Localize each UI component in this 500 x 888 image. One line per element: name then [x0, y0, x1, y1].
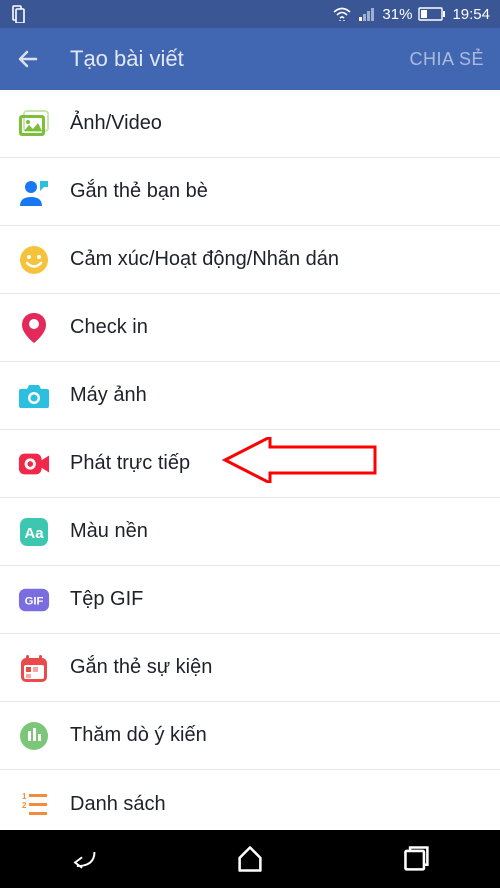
option-photo-video[interactable]: Ảnh/Video [0, 90, 500, 158]
option-label: Check in [70, 316, 148, 339]
wifi-icon [332, 7, 352, 21]
camera-icon [18, 380, 50, 412]
option-live-video[interactable]: Phát trực tiếp [0, 430, 500, 498]
clock: 19:54 [452, 6, 490, 23]
status-right: 31% 19:54 [332, 6, 490, 23]
option-tag-friends[interactable]: Gắn thẻ bạn bè [0, 158, 500, 226]
option-label: Ảnh/Video [70, 112, 162, 135]
option-label: Màu nền [70, 520, 148, 543]
option-background-color[interactable]: Aa Màu nền [0, 498, 500, 566]
list-icon: 1 2 [18, 788, 50, 820]
option-label: Gắn thẻ sự kiện [70, 656, 212, 679]
option-label: Thăm dò ý kiến [70, 724, 207, 747]
tag-friend-icon [18, 176, 50, 208]
option-feeling-activity[interactable]: Cảm xúc/Hoạt động/Nhãn dán [0, 226, 500, 294]
poll-icon [18, 720, 50, 752]
gif-icon: GIF [18, 584, 50, 616]
option-label: Gắn thẻ bạn bè [70, 180, 208, 203]
nav-recent-icon[interactable] [402, 844, 432, 874]
battery-icon [418, 7, 446, 21]
nav-back-icon[interactable] [68, 844, 98, 874]
back-arrow-icon[interactable] [16, 46, 42, 72]
svg-text:2: 2 [22, 801, 27, 810]
status-left [10, 5, 26, 23]
option-label: Phát trực tiếp [70, 452, 190, 475]
svg-text:GIF: GIF [25, 595, 44, 607]
option-label: Cảm xúc/Hoạt động/Nhãn dán [70, 248, 339, 271]
svg-text:Aa: Aa [24, 525, 44, 542]
svg-text:1: 1 [22, 792, 27, 801]
android-navbar [0, 830, 500, 888]
live-icon [18, 448, 50, 480]
event-icon [18, 652, 50, 684]
post-options-list: Ảnh/Video Gắn thẻ bạn bè Cảm xúc/Hoạt độ… [0, 90, 500, 838]
checkin-icon [18, 312, 50, 344]
background-icon: Aa [18, 516, 50, 548]
page-title: Tạo bài viết [70, 46, 381, 72]
status-bar: 31% 19:54 [0, 0, 500, 28]
option-list[interactable]: 1 2 Danh sách [0, 770, 500, 838]
option-label: Tệp GIF [70, 588, 143, 611]
app-header: Tạo bài viết CHIA SẺ [0, 28, 500, 90]
screen-icon [10, 5, 26, 23]
nav-home-icon[interactable] [235, 844, 265, 874]
option-camera[interactable]: Máy ảnh [0, 362, 500, 430]
option-gif[interactable]: GIF Tệp GIF [0, 566, 500, 634]
photo-icon [18, 108, 50, 140]
share-button[interactable]: CHIA SẺ [409, 49, 484, 70]
option-tag-event[interactable]: Gắn thẻ sự kiện [0, 634, 500, 702]
battery-percent: 31% [382, 6, 412, 23]
option-check-in[interactable]: Check in [0, 294, 500, 362]
option-label: Danh sách [70, 793, 166, 816]
signal-icon [358, 7, 376, 21]
option-poll[interactable]: Thăm dò ý kiến [0, 702, 500, 770]
option-label: Máy ảnh [70, 384, 147, 407]
feeling-icon [18, 244, 50, 276]
